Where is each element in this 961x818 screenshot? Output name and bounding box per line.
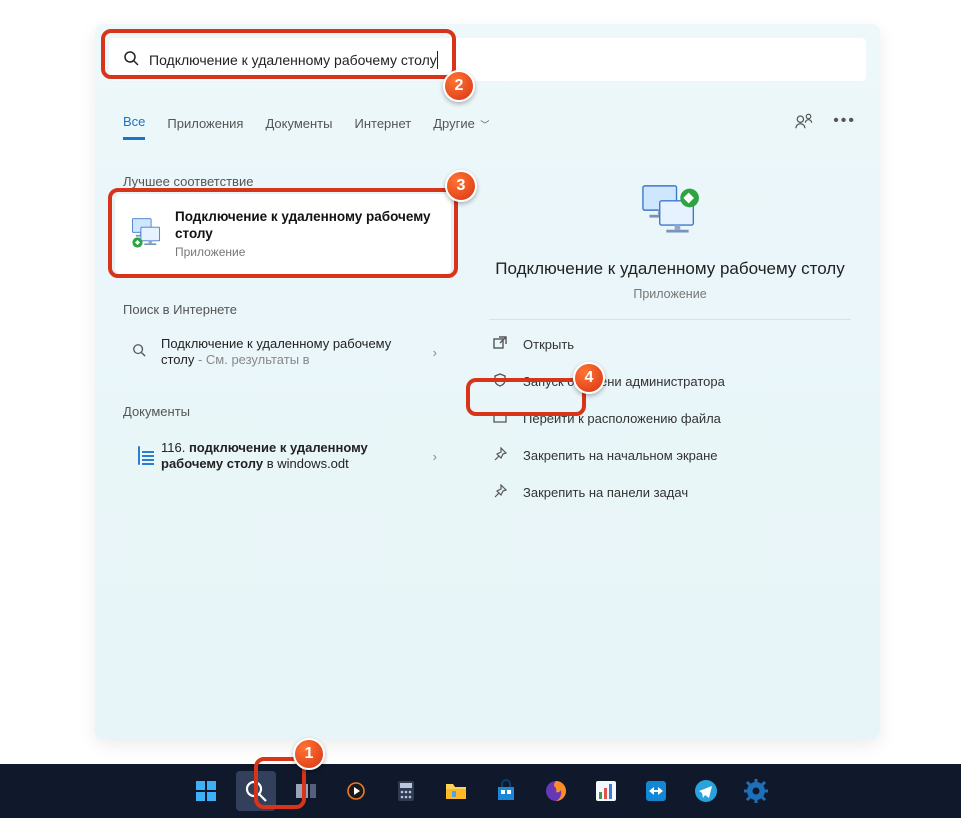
task-view-button[interactable] xyxy=(286,771,326,811)
taskbar xyxy=(0,764,961,818)
search-input-box[interactable]: Подключение к удаленному рабочему столу xyxy=(109,38,866,82)
pin-icon xyxy=(491,484,509,501)
folder-icon xyxy=(491,410,509,427)
header-actions: ••• xyxy=(795,112,856,135)
tab-web[interactable]: Интернет xyxy=(354,116,411,139)
best-match-label: Лучшее соответствие xyxy=(123,174,253,189)
teamviewer-button[interactable] xyxy=(636,771,676,811)
detail-title: Подключение к удаленному рабочему столу xyxy=(475,258,865,281)
action-list: Открыть Запуск от имени администратора П… xyxy=(475,326,865,511)
telegram-button[interactable] xyxy=(686,771,726,811)
document-icon xyxy=(129,447,149,465)
gear-icon xyxy=(744,779,768,803)
open-icon xyxy=(491,336,509,353)
search-panel: Подключение к удаленному рабочему столу … xyxy=(95,24,880,739)
firefox-button[interactable] xyxy=(536,771,576,811)
task-view-icon xyxy=(294,779,318,803)
filter-tabs: Все Приложения Документы Интернет Другие… xyxy=(123,114,489,140)
chevron-right-icon: › xyxy=(433,345,437,360)
explorer-button[interactable] xyxy=(436,771,476,811)
account-icon[interactable] xyxy=(795,112,813,135)
web-section-label: Поиск в Интернете xyxy=(123,302,237,317)
tab-all[interactable]: Все xyxy=(123,114,145,140)
calculator-button[interactable] xyxy=(386,771,426,811)
calculator-icon xyxy=(394,779,418,803)
action-pin-start[interactable]: Закрепить на начальном экране xyxy=(483,437,857,474)
best-match-title: Подключение к удаленному рабочему столу xyxy=(175,209,437,243)
detail-subtitle: Приложение xyxy=(475,287,865,301)
document-result-text: 116. подключение к удаленному рабочему с… xyxy=(161,440,421,473)
pin-icon xyxy=(491,447,509,464)
rdp-app-icon xyxy=(129,217,163,251)
chevron-down-icon: ﹀ xyxy=(478,120,490,130)
tab-more[interactable]: Другие ﹀ xyxy=(433,116,489,139)
play-circle-icon xyxy=(344,779,368,803)
web-result[interactable]: Подключение к удаленному рабочему столу … xyxy=(115,324,451,380)
action-open-location[interactable]: Перейти к расположению файла xyxy=(483,400,857,437)
separator xyxy=(489,319,851,320)
chart-icon xyxy=(594,779,618,803)
chart-app-button[interactable] xyxy=(586,771,626,811)
detail-pane: Подключение к удаленному рабочему столу … xyxy=(475,174,865,511)
store-button[interactable] xyxy=(486,771,526,811)
tab-apps[interactable]: Приложения xyxy=(167,116,243,139)
tab-docs[interactable]: Документы xyxy=(265,116,332,139)
search-icon xyxy=(244,779,268,803)
search-text: Подключение к удаленному рабочему столу xyxy=(149,52,437,68)
action-open[interactable]: Открыть xyxy=(483,326,857,363)
settings-button[interactable] xyxy=(736,771,776,811)
windows-icon xyxy=(194,779,218,803)
chevron-right-icon: › xyxy=(433,449,437,464)
double-arrow-icon xyxy=(644,779,668,803)
firefox-icon xyxy=(544,779,568,803)
action-run-as-admin[interactable]: Запуск от имени администратора xyxy=(483,363,857,400)
best-match-subtitle: Приложение xyxy=(175,245,437,259)
shield-icon xyxy=(491,373,509,390)
search-button[interactable] xyxy=(236,771,276,811)
rdp-large-icon xyxy=(637,184,703,240)
search-icon xyxy=(123,50,139,71)
media-player-button[interactable] xyxy=(336,771,376,811)
action-pin-taskbar[interactable]: Закрепить на панели задач xyxy=(483,474,857,511)
more-icon[interactable]: ••• xyxy=(833,112,856,135)
store-icon xyxy=(494,779,518,803)
text-cursor xyxy=(437,51,438,69)
web-result-text: Подключение к удаленному рабочему столу … xyxy=(161,336,421,369)
document-result[interactable]: 116. подключение к удаленному рабочему с… xyxy=(115,428,451,484)
search-icon xyxy=(129,343,149,362)
start-button[interactable] xyxy=(186,771,226,811)
docs-section-label: Документы xyxy=(123,404,190,419)
telegram-icon xyxy=(694,779,718,803)
best-match-result[interactable]: Подключение к удаленному рабочему столу … xyxy=(115,194,451,274)
folder-icon xyxy=(444,779,468,803)
